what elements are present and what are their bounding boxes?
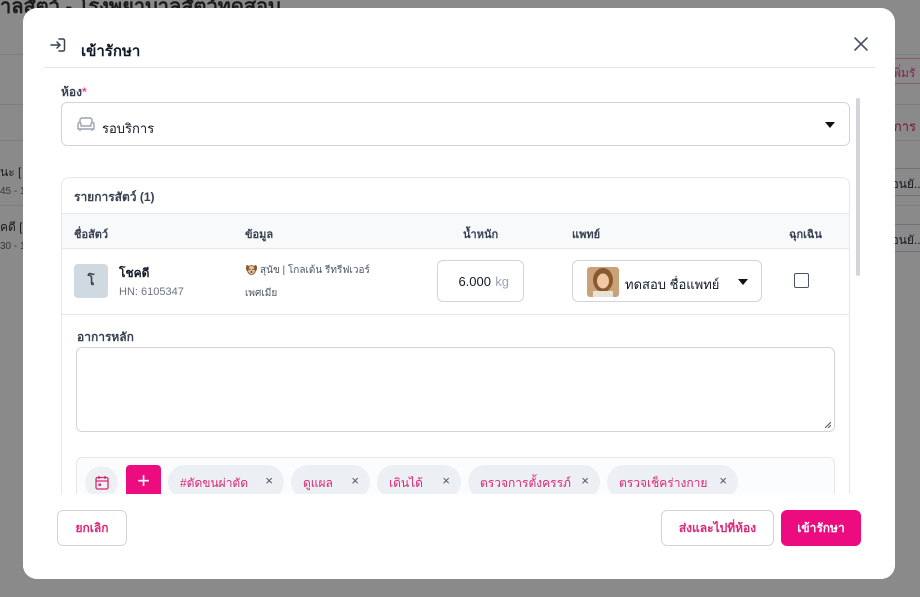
modal-title: เข้ารักษา — [81, 43, 141, 60]
resize-grip-icon[interactable] — [824, 421, 831, 428]
add-tag-button[interactable]: + — [126, 465, 161, 494]
required-mark: * — [81, 85, 87, 99]
weight-input[interactable]: 6.000 kg — [437, 260, 524, 302]
pet-name: โชคดี — [119, 266, 150, 280]
pet-hn: HN: 6105347 — [119, 286, 184, 298]
room-label-text: ห้อง — [61, 85, 82, 99]
room-select-value: รอบริการ — [102, 121, 155, 136]
column-header-weight: น้ำหนัก — [463, 229, 499, 241]
tag-chip[interactable]: ตรวจการตั้งครรภ์ × — [468, 465, 600, 494]
weight-value: 6.000 — [458, 274, 491, 289]
sofa-icon — [77, 117, 95, 131]
pet-sex: เพศเมีย — [245, 288, 278, 299]
tag-label: ดูแผล — [303, 476, 333, 490]
pet-species: สุนัข | โกลเด้น รีทรีฟเวอร์ — [245, 263, 370, 278]
doctor-select-value: ทดสอบ ชื่อแพทย์ — [625, 277, 720, 292]
emergency-checkbox[interactable] — [794, 273, 809, 288]
avatar: โ — [74, 264, 108, 298]
tag-label: #ตัดขนผ่าตัด — [180, 476, 249, 490]
pets-card-title: รายการสัตว์ (1) — [74, 190, 155, 204]
room-label: ห้อง* — [61, 83, 87, 102]
tag-label: ตรวจเช็คร่างกาย — [619, 476, 708, 490]
tag-chip[interactable]: เดินได้ × — [377, 465, 461, 494]
enter-icon — [50, 38, 66, 52]
column-header-name: ชื่อสัตว์ — [74, 229, 109, 241]
symptom-tags: + #ตัดขนผ่าตัด × ดูแผล × เดินได้ × ตรวจก… — [76, 457, 835, 494]
column-header-emergency: ฉุกเฉิน — [789, 229, 822, 241]
room-select[interactable]: รอบริการ — [61, 102, 850, 146]
modal-footer: ยกเลิก ส่งและไปที่ห้อง เข้ารักษา — [23, 494, 895, 579]
close-icon[interactable]: × — [719, 473, 727, 488]
cancel-button[interactable]: ยกเลิก — [57, 510, 127, 546]
admit-button[interactable]: เข้ารักษา — [781, 510, 861, 546]
column-header-doctor: แพทย์ — [572, 229, 601, 241]
tag-chip[interactable]: ตรวจเช็คร่างกาย × — [607, 465, 738, 494]
tag-label: ตรวจการตั้งครรภ์ — [480, 476, 571, 490]
dog-icon — [245, 265, 258, 275]
admit-modal: เข้ารักษา ห้อง* รอบริการ รายการสัตว์ (1)… — [23, 8, 895, 579]
doctor-avatar — [587, 267, 619, 297]
tag-chip[interactable]: #ตัดขนผ่าตัด × — [168, 465, 284, 494]
chevron-down-icon — [825, 122, 835, 128]
modal-body: ห้อง* รอบริการ รายการสัตว์ (1) ชื่อสัตว์… — [61, 68, 853, 494]
calendar-icon — [95, 476, 109, 490]
close-icon[interactable]: × — [442, 473, 450, 488]
scrollbar[interactable] — [856, 98, 860, 276]
pet-species-text: สุนัข | โกลเด้น รีทรีฟเวอร์ — [260, 265, 370, 276]
doctor-select[interactable]: ทดสอบ ชื่อแพทย์ — [572, 260, 762, 302]
close-icon[interactable]: × — [351, 473, 359, 488]
table-row: โ โชคดี HN: 6105347 สุนัข | โกลเด้น รีทร… — [62, 249, 849, 315]
symptom-textarea[interactable] — [76, 347, 835, 432]
tag-chip[interactable]: ดูแผล × — [291, 465, 370, 494]
send-to-room-button[interactable]: ส่งและไปที่ห้อง — [661, 510, 774, 546]
modal-header: เข้ารักษา — [43, 8, 875, 68]
weight-unit: kg — [495, 274, 509, 289]
symptom-label: อาการหลัก — [77, 330, 134, 344]
close-icon[interactable]: × — [265, 473, 273, 488]
pets-table-header: ชื่อสัตว์ ข้อมูล น้ำหนัก แพทย์ ฉุกเฉิน — [62, 213, 849, 249]
column-header-info: ข้อมูล — [245, 229, 274, 241]
close-icon[interactable]: × — [581, 473, 589, 488]
pets-card: รายการสัตว์ (1) ชื่อสัตว์ ข้อมูล น้ำหนัก… — [61, 177, 850, 494]
chevron-down-icon — [738, 279, 748, 285]
calendar-button[interactable] — [85, 466, 118, 494]
tag-label: เดินได้ — [389, 476, 423, 490]
close-icon[interactable] — [851, 34, 871, 54]
